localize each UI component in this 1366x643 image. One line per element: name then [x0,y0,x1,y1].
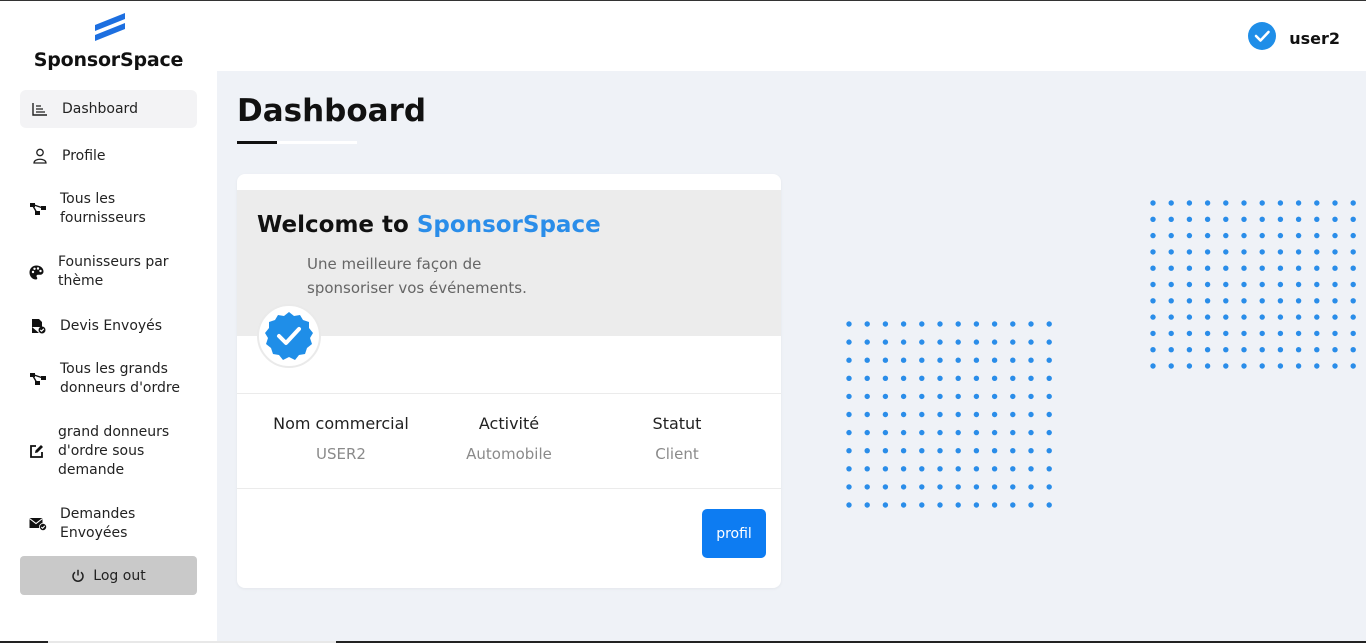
stat-label: Nom commercial [273,414,409,433]
user-icon [30,148,50,164]
sidebar: SponsorSpace Dashboard Profile Tous les … [0,1,217,643]
mail-check-icon [28,516,48,532]
sidebar-item-demandes-envoyees[interactable]: Demandes Envoyées [20,504,197,544]
tagline: Une meilleure façon de sponsoriser vos é… [307,255,527,297]
welcome-heading: Welcome to SponsorSpace [257,212,601,238]
logo-icon [89,12,129,43]
sidebar-item-label: Tous les fournisseurs [60,191,146,226]
profil-button[interactable]: profil [702,509,766,558]
sidebar-item-donneurs-sous-demande[interactable]: grand donneurs d'ordre sous demande [20,422,197,480]
user-menu[interactable]: user2 [1247,21,1340,56]
welcome-card: Welcome to SponsorSpace Une meilleure fa… [237,174,781,588]
page-title: Dashboard [237,93,427,129]
decorative-dots-pattern [1150,200,1356,369]
sidebar-item-label: Founisseurs par thème [58,254,169,289]
sidebar-item-grands-donneurs[interactable]: Tous les grands donneurs d'ordre [20,359,197,399]
welcome-brand: SponsorSpace [416,212,601,238]
avatar [257,304,321,368]
logout-button[interactable]: Log out [20,556,197,595]
verified-badge-icon [1247,21,1277,56]
verified-badge-icon [265,312,313,360]
sidebar-item-profile[interactable]: Profile [20,144,197,168]
stat-label: Statut [652,414,702,433]
stat-label: Activité [478,414,540,433]
stat-value: Client [655,445,699,463]
stat-activite: Activité Automobile [419,414,599,463]
divider [237,393,781,394]
sidebar-item-label: Demandes Envoyées [60,506,136,541]
stat-nom-commercial: Nom commercial USER2 [251,414,431,463]
network-icon [28,201,48,217]
palette-icon [26,264,46,280]
brand-name: SponsorSpace [33,49,184,71]
welcome-prefix: Welcome to [257,212,409,238]
sidebar-item-fournisseurs-par-theme[interactable]: Founisseurs par thème [20,252,197,292]
edit-icon [26,443,46,459]
stat-value: USER2 [316,445,366,463]
user-name: user2 [1289,29,1340,48]
sidebar-item-label: Tous les grands donneurs d'ordre [60,361,180,396]
sidebar-item-label: grand donneurs d'ordre sous demande [58,423,170,478]
sidebar-item-fournisseurs[interactable]: Tous les fournisseurs [20,189,197,229]
file-check-icon [28,318,48,334]
divider [237,488,781,489]
power-icon [71,569,85,583]
network-icon [28,371,48,387]
top-header: user2 [217,1,1366,71]
stat-statut: Statut Client [587,414,767,463]
stat-value: Automobile [466,445,552,463]
sidebar-item-label: Profile [62,147,106,164]
sidebar-item-devis-envoyes[interactable]: Devis Envoyés [20,314,197,338]
sidebar-item-dashboard[interactable]: Dashboard [20,90,197,128]
title-underline [237,141,357,144]
logout-label: Log out [93,567,146,584]
brand[interactable]: SponsorSpace [0,12,217,71]
window-top-border [0,0,1366,1]
decorative-dots-pattern [846,321,1052,508]
sidebar-item-label: Devis Envoyés [60,317,163,334]
sidebar-item-label: Dashboard [62,100,138,117]
chart-icon [30,101,50,117]
